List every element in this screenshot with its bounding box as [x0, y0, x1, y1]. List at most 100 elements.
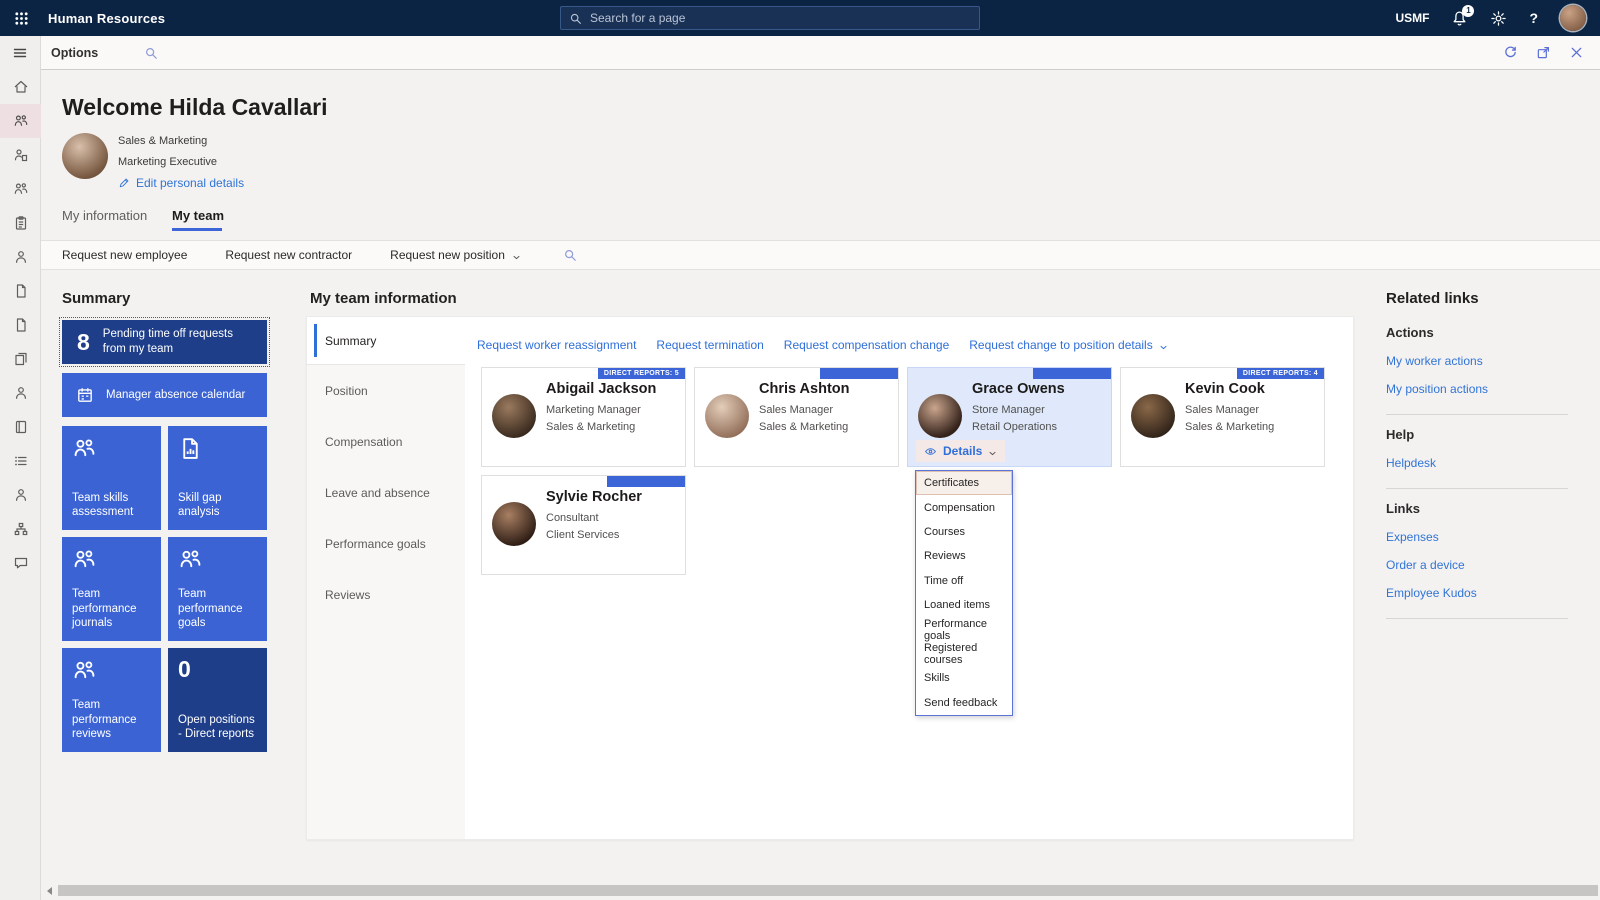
side-tab[interactable]: Leave and absence — [307, 467, 465, 518]
request-new-contractor-button[interactable]: Request new contractor — [225, 248, 352, 262]
profile-photo — [62, 133, 108, 179]
sidenav-item[interactable] — [0, 342, 41, 376]
summary-wide-tile[interactable]: Manager absence calendar — [62, 373, 267, 417]
dropdown-menu-item[interactable]: Courses — [916, 520, 1012, 544]
sidenav-item[interactable] — [0, 70, 41, 104]
tile-icon — [178, 547, 203, 572]
dropdown-menu-item[interactable]: Compensation — [916, 495, 1012, 519]
request-worker-reassignment-link[interactable]: Request worker reassignment — [477, 338, 636, 352]
open-in-new-window-icon[interactable] — [1536, 45, 1551, 60]
details-dropdown-menu: Certificates Compensation Courses Review… — [915, 470, 1013, 716]
dropdown-menu-item[interactable]: Certificates — [916, 471, 1012, 496]
app-launcher-waffle-icon[interactable] — [0, 0, 42, 36]
app-window: Human Resources USMF 1 ? Options — [0, 0, 1600, 900]
summary-tile[interactable]: Team performance goals — [168, 537, 267, 641]
sidenav-item[interactable] — [0, 410, 41, 444]
side-tab[interactable]: Reviews — [307, 569, 465, 620]
direct-reports-ribbon — [1033, 368, 1111, 379]
related-links-section: Links Expenses Order a device Employee Kud… — [1386, 501, 1568, 619]
sidenav-item[interactable] — [0, 376, 41, 410]
side-tab[interactable]: Summary — [307, 317, 465, 365]
action-bar-search-icon[interactable] — [563, 248, 577, 262]
dropdown-menu-item[interactable]: Skills — [916, 666, 1012, 690]
close-icon[interactable] — [1569, 45, 1584, 60]
tab-my-information[interactable]: My information — [62, 208, 147, 223]
dropdown-menu-item[interactable]: Send feedback — [916, 691, 1012, 715]
related-link[interactable]: Employee Kudos — [1386, 586, 1568, 600]
request-compensation-change-link[interactable]: Request compensation change — [784, 338, 949, 352]
summary-tile[interactable]: 0 Open positions - Direct reports — [168, 648, 267, 752]
employee-card[interactable]: Direct reports: 5 Abigail Jackson Market… — [481, 367, 686, 467]
summary-wide-tile[interactable]: 8 Pending time off requests from my team — [59, 317, 270, 367]
summary-tiles: 8 Pending time off requests from my team… — [59, 317, 270, 752]
command-toolbar: Options — [0, 35, 1600, 70]
sidenav-item[interactable] — [0, 104, 41, 138]
employee-card[interactable]: Direct reports: 4 Kevin Cook Sales Manag… — [1120, 367, 1325, 467]
page-search-box[interactable] — [560, 6, 980, 30]
sidenav-item[interactable] — [0, 206, 41, 240]
dropdown-menu-item[interactable]: Time off — [916, 569, 1012, 593]
refresh-icon[interactable] — [1503, 45, 1518, 60]
summary-tile[interactable]: Team skills assessment — [62, 426, 161, 530]
employee-card[interactable]: Sylvie Rocher Consultant Client Services… — [481, 475, 686, 575]
sidenav-item[interactable] — [0, 240, 41, 274]
options-menu[interactable]: Options — [51, 46, 98, 60]
request-termination-link[interactable]: Request termination — [656, 338, 763, 352]
user-avatar[interactable] — [1560, 5, 1586, 31]
company-selector[interactable]: USMF — [1395, 11, 1429, 25]
settings-gear-icon[interactable] — [1490, 10, 1507, 27]
sidenav-item[interactable] — [0, 478, 41, 512]
divider — [1386, 414, 1568, 415]
scrollbar-thumb[interactable] — [58, 885, 1598, 896]
tile-icon — [72, 436, 97, 461]
sidenav-item[interactable] — [0, 274, 41, 308]
page-title: Welcome Hilda Cavallari — [62, 94, 328, 120]
divider — [1386, 618, 1568, 619]
notifications-bell-icon[interactable]: 1 — [1451, 4, 1475, 27]
nav-hamburger-icon[interactable] — [0, 35, 41, 70]
dropdown-menu-item[interactable]: Performance goals — [916, 617, 1012, 642]
related-link[interactable]: My position actions — [1386, 382, 1568, 396]
chevron-down-icon — [512, 251, 521, 260]
request-change-position-details-dropdown[interactable]: Request change to position details — [969, 338, 1167, 352]
side-tab[interactable]: Compensation — [307, 416, 465, 467]
request-new-position-dropdown[interactable]: Request new position — [390, 248, 521, 262]
profile-job-title: Marketing Executive — [118, 156, 218, 168]
help-icon[interactable]: ? — [1529, 10, 1538, 27]
dropdown-menu-item[interactable]: Registered courses — [916, 642, 1012, 666]
left-navigation-rail — [0, 70, 41, 900]
request-new-employee-button[interactable]: Request new employee — [62, 248, 187, 262]
employee-card[interactable]: Chris Ashton Sales Manager Sales & Marke… — [694, 367, 899, 467]
profile-department: Sales & Marketing — [118, 135, 208, 147]
employee-card[interactable]: Grace Owens Store Manager Retail Operati… — [907, 367, 1112, 467]
search-input[interactable] — [588, 10, 971, 26]
sidenav-item[interactable] — [0, 308, 41, 342]
scroll-left-arrow[interactable] — [47, 887, 52, 895]
sidenav-item[interactable] — [0, 512, 41, 546]
sidenav-item[interactable] — [0, 172, 41, 206]
related-link[interactable]: Expenses — [1386, 530, 1568, 544]
side-tab[interactable]: Performance goals — [307, 518, 465, 569]
employee-avatar — [918, 394, 962, 438]
summary-tile[interactable]: Team performance journals — [62, 537, 161, 641]
app-title: Human Resources — [48, 10, 166, 26]
tab-my-team[interactable]: My team — [172, 208, 224, 223]
summary-tile[interactable]: Team performance reviews — [62, 648, 161, 752]
sidenav-item[interactable] — [0, 138, 41, 172]
chevron-down-icon — [1159, 341, 1168, 350]
summary-tile[interactable]: Skill gap analysis — [168, 426, 267, 530]
related-link[interactable]: Helpdesk — [1386, 456, 1568, 470]
summary-heading: Summary — [62, 290, 131, 307]
toolbar-search-icon[interactable] — [144, 46, 158, 60]
details-button[interactable]: Details — [916, 440, 1006, 462]
related-link[interactable]: Order a device — [1386, 558, 1568, 572]
sidenav-item[interactable] — [0, 546, 41, 580]
side-tab[interactable]: Position — [307, 365, 465, 416]
top-navigation-bar: Human Resources USMF 1 ? — [0, 0, 1600, 36]
related-link[interactable]: My worker actions — [1386, 354, 1568, 368]
dropdown-menu-item[interactable]: Loaned items — [916, 593, 1012, 617]
direct-reports-ribbon: Direct reports: 4 — [1236, 368, 1324, 379]
sidenav-item[interactable] — [0, 444, 41, 478]
dropdown-menu-item[interactable]: Reviews — [916, 544, 1012, 568]
edit-personal-details-link[interactable]: Edit personal details — [118, 176, 244, 190]
